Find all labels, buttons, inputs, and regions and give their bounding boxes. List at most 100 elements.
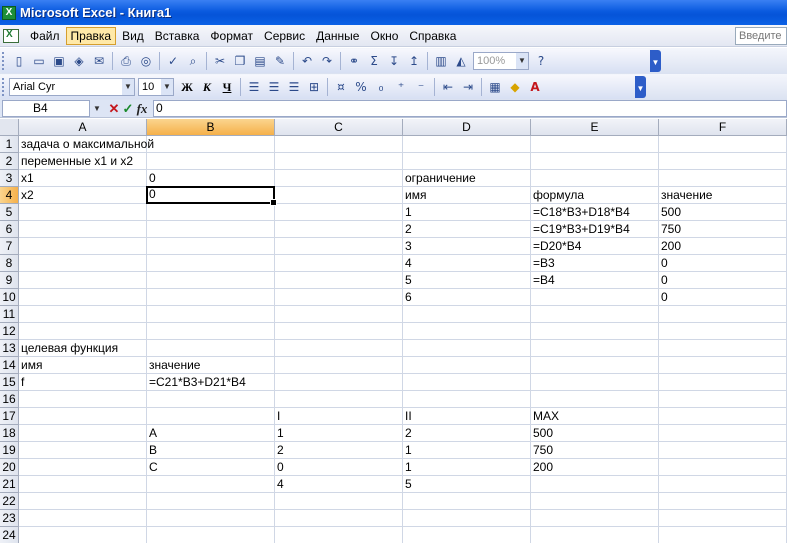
cell-b21[interactable]: [147, 476, 275, 493]
hyperlink-icon[interactable]: ⚭: [345, 52, 363, 70]
cell-c3[interactable]: [275, 170, 403, 187]
cell-c19[interactable]: 2: [275, 442, 403, 459]
excel-app-icon[interactable]: X: [2, 5, 16, 20]
spelling-icon[interactable]: ✓: [164, 52, 182, 70]
cell-e21[interactable]: [531, 476, 659, 493]
cell-d2[interactable]: [403, 153, 531, 170]
cell-c24[interactable]: [275, 527, 403, 543]
cell-d21[interactable]: 5: [403, 476, 531, 493]
help-search-input[interactable]: Введите: [735, 27, 787, 45]
cell-e5[interactable]: =C18*B3+D18*B4: [531, 204, 659, 221]
cell-c16[interactable]: [275, 391, 403, 408]
cell-c4[interactable]: [275, 187, 403, 204]
cell-a8[interactable]: [19, 255, 147, 272]
zoom-select[interactable]: 100% ▼: [473, 52, 529, 70]
cell-a17[interactable]: [19, 408, 147, 425]
chevron-down-icon[interactable]: ▼: [122, 79, 134, 95]
redo-icon[interactable]: ↷: [318, 52, 336, 70]
cell-d19[interactable]: 1: [403, 442, 531, 459]
cell-b23[interactable]: [147, 510, 275, 527]
cell-b8[interactable]: [147, 255, 275, 272]
cell-d1[interactable]: [403, 136, 531, 153]
cell-a18[interactable]: [19, 425, 147, 442]
chevron-down-icon[interactable]: ▼: [161, 79, 173, 95]
cell-b9[interactable]: [147, 272, 275, 289]
format-painter-icon[interactable]: ✎: [271, 52, 289, 70]
cell-e17[interactable]: MAX: [531, 408, 659, 425]
cell-e1[interactable]: [531, 136, 659, 153]
decrease-decimal-icon[interactable]: ⁻: [412, 78, 430, 96]
row-header-23[interactable]: 23: [0, 510, 19, 527]
undo-icon[interactable]: ↶: [298, 52, 316, 70]
autosum-icon[interactable]: Σ: [365, 52, 383, 70]
cell-f4[interactable]: значение: [659, 187, 787, 204]
align-right-icon[interactable]: ☰: [285, 78, 303, 96]
cell-a19[interactable]: [19, 442, 147, 459]
research-icon[interactable]: ⌕: [184, 52, 202, 70]
row-header-15[interactable]: 15: [0, 374, 19, 391]
drawing-icon[interactable]: ◭: [452, 52, 470, 70]
row-header-2[interactable]: 2: [0, 153, 19, 170]
toolbar-grip[interactable]: [2, 78, 6, 96]
cell-c8[interactable]: [275, 255, 403, 272]
cell-b10[interactable]: [147, 289, 275, 306]
cell-e18[interactable]: 500: [531, 425, 659, 442]
cell-d12[interactable]: [403, 323, 531, 340]
cell-f6[interactable]: 750: [659, 221, 787, 238]
cell-f1[interactable]: [659, 136, 787, 153]
cell-a7[interactable]: [19, 238, 147, 255]
cell-f9[interactable]: 0: [659, 272, 787, 289]
cell-d5[interactable]: 1: [403, 204, 531, 221]
cell-c15[interactable]: [275, 374, 403, 391]
row-header-16[interactable]: 16: [0, 391, 19, 408]
cell-f13[interactable]: [659, 340, 787, 357]
borders-icon[interactable]: ▦: [486, 78, 504, 96]
cell-a3[interactable]: x1: [19, 170, 147, 187]
underline-button[interactable]: Ч: [218, 78, 236, 96]
toolbar-options-icon[interactable]: ▼: [635, 76, 646, 98]
cell-f17[interactable]: [659, 408, 787, 425]
cell-d8[interactable]: 4: [403, 255, 531, 272]
increase-indent-icon[interactable]: ⇥: [459, 78, 477, 96]
cell-f18[interactable]: [659, 425, 787, 442]
cell-d18[interactable]: 2: [403, 425, 531, 442]
font-color-icon[interactable]: A: [526, 78, 544, 96]
cell-d14[interactable]: [403, 357, 531, 374]
cancel-icon[interactable]: ✕: [107, 101, 121, 117]
insert-function-icon[interactable]: fx: [135, 101, 149, 117]
chart-wizard-icon[interactable]: ▥: [432, 52, 450, 70]
cell-e8[interactable]: =B3: [531, 255, 659, 272]
cell-d6[interactable]: 2: [403, 221, 531, 238]
cell-b17[interactable]: [147, 408, 275, 425]
column-header-d[interactable]: D: [403, 119, 531, 136]
row-header-21[interactable]: 21: [0, 476, 19, 493]
cell-d23[interactable]: [403, 510, 531, 527]
row-header-6[interactable]: 6: [0, 221, 19, 238]
permission-icon[interactable]: ◈: [70, 52, 88, 70]
cell-d3[interactable]: ограничение: [403, 170, 531, 187]
cell-b24[interactable]: [147, 527, 275, 543]
cell-c6[interactable]: [275, 221, 403, 238]
column-header-e[interactable]: E: [531, 119, 659, 136]
row-header-10[interactable]: 10: [0, 289, 19, 306]
email-icon[interactable]: ✉: [90, 52, 108, 70]
cell-c13[interactable]: [275, 340, 403, 357]
cell-e4[interactable]: формула: [531, 187, 659, 204]
cut-icon[interactable]: ✂: [211, 52, 229, 70]
cell-f23[interactable]: [659, 510, 787, 527]
cell-b16[interactable]: [147, 391, 275, 408]
menu-view[interactable]: Вид: [117, 27, 149, 45]
column-header-f[interactable]: F: [659, 119, 787, 136]
cell-f10[interactable]: 0: [659, 289, 787, 306]
menu-data[interactable]: Данные: [311, 27, 364, 45]
menu-format[interactable]: Формат: [205, 27, 258, 45]
row-header-4[interactable]: 4: [0, 187, 19, 204]
cell-c9[interactable]: [275, 272, 403, 289]
cell-a22[interactable]: [19, 493, 147, 510]
cell-b12[interactable]: [147, 323, 275, 340]
menu-insert[interactable]: Вставка: [150, 27, 205, 45]
cell-b19[interactable]: B: [147, 442, 275, 459]
cell-f24[interactable]: [659, 527, 787, 543]
cell-a14[interactable]: имя: [19, 357, 147, 374]
cell-f5[interactable]: 500: [659, 204, 787, 221]
